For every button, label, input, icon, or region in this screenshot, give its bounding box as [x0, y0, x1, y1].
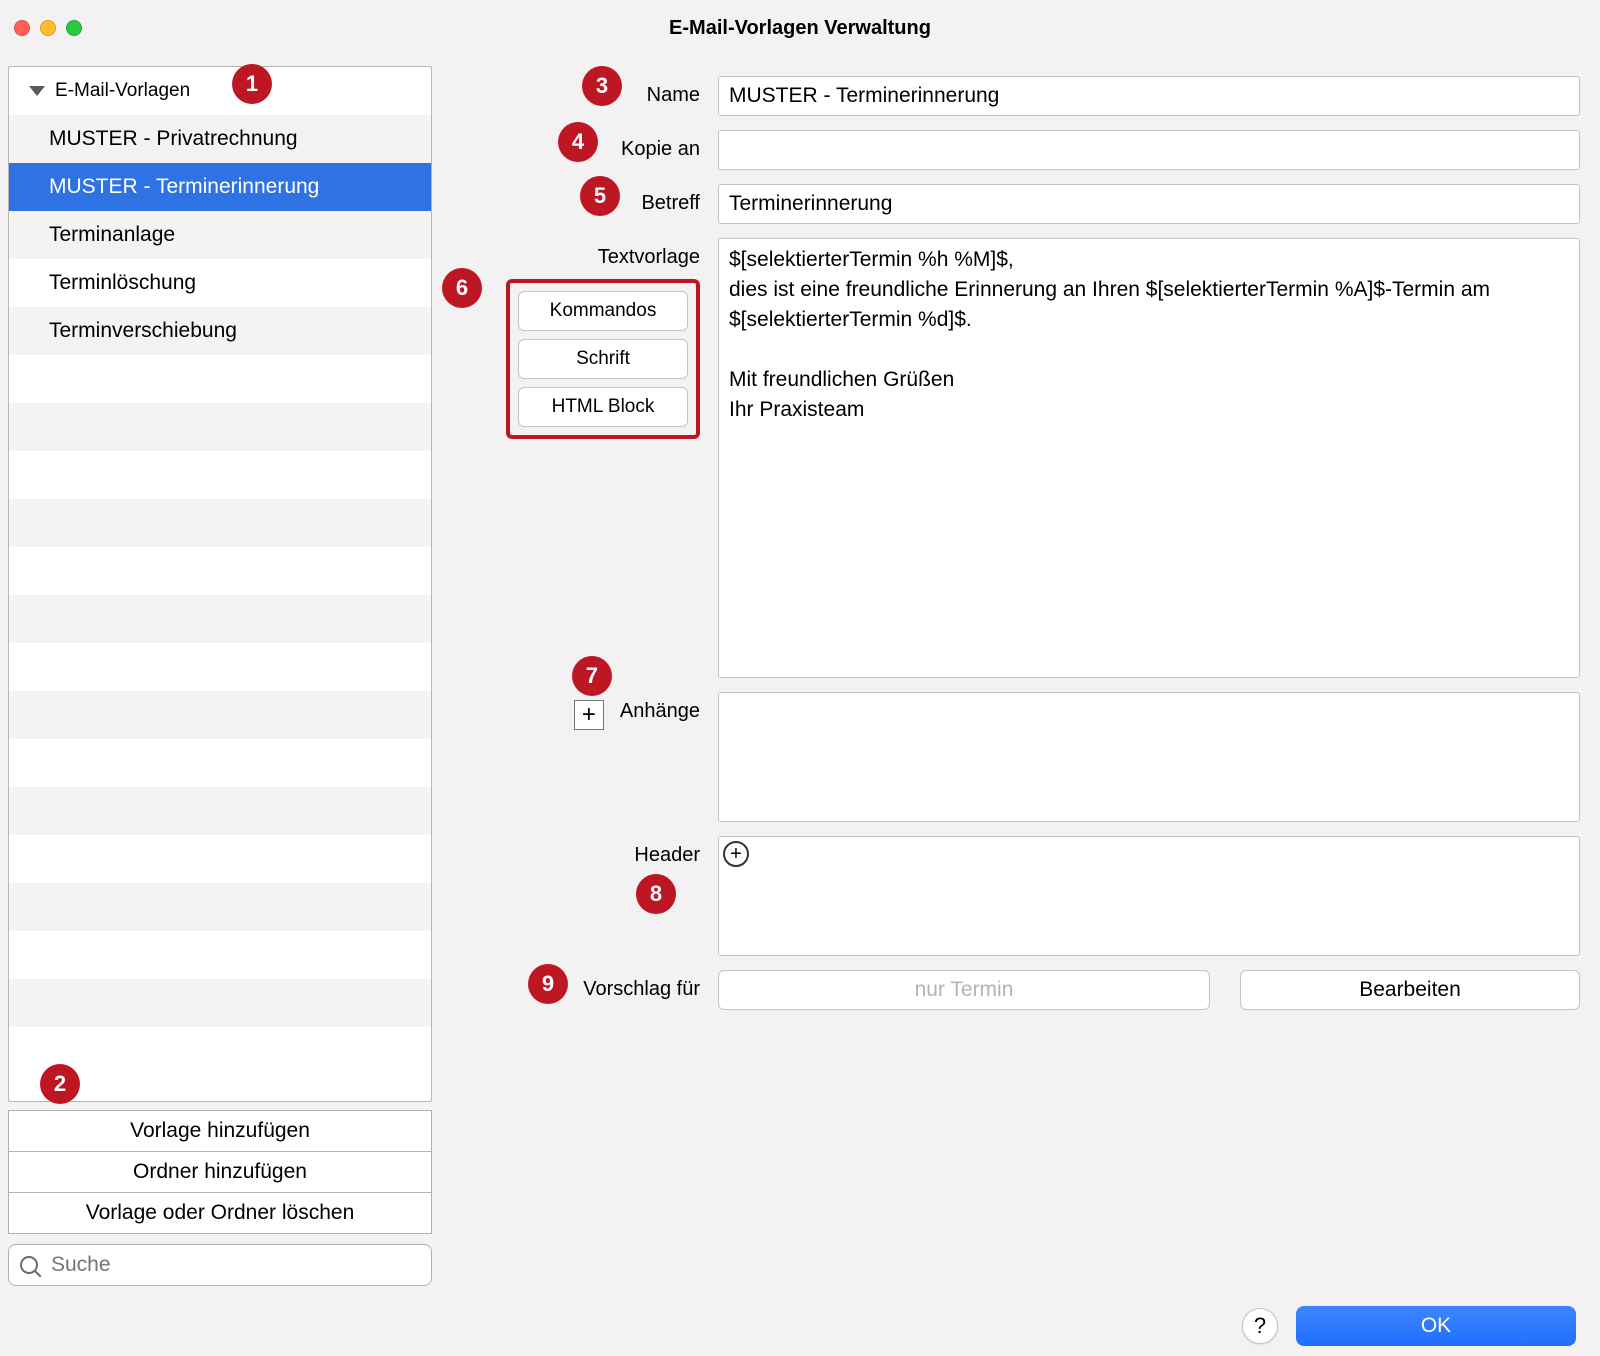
- edit-button[interactable]: Bearbeiten: [1240, 970, 1580, 1010]
- close-window-icon[interactable]: [14, 20, 30, 36]
- tree-row: [9, 403, 431, 451]
- add-folder-button[interactable]: Ordner hinzufügen: [8, 1151, 432, 1193]
- text-tools-column: Textvorlage 6 Kommandos Schrift HTML Blo…: [470, 238, 700, 678]
- tree-row: [9, 451, 431, 499]
- search-icon: [20, 1256, 38, 1274]
- suggest-value: nur Termin: [718, 970, 1210, 1010]
- callout-badge: 9: [528, 964, 568, 1004]
- footer: ? OK: [0, 1296, 1600, 1356]
- tree-row: [9, 355, 431, 403]
- add-template-button[interactable]: Vorlage hinzufügen: [8, 1110, 432, 1152]
- name-label: Name 3: [470, 76, 700, 116]
- zoom-window-icon[interactable]: [66, 20, 82, 36]
- add-header-button[interactable]: +: [723, 841, 749, 867]
- template-tree: E-Mail-VorlagenMUSTER - PrivatrechnungMU…: [8, 66, 432, 1102]
- minimize-window-icon[interactable]: [40, 20, 56, 36]
- ok-button[interactable]: OK: [1296, 1306, 1576, 1346]
- callout-badge: 8: [636, 874, 676, 914]
- tree-row: [9, 691, 431, 739]
- tree-row: [9, 547, 431, 595]
- header-label: Header 8: [470, 836, 700, 956]
- tree-row: [9, 739, 431, 787]
- html-block-button[interactable]: HTML Block: [518, 387, 688, 427]
- template-item[interactable]: Terminlöschung: [9, 259, 431, 307]
- tree-row: [9, 883, 431, 931]
- subject-label: Betreff 5: [470, 184, 700, 224]
- sidebar: E-Mail-VorlagenMUSTER - PrivatrechnungMU…: [0, 56, 440, 1296]
- template-item[interactable]: Terminanlage: [9, 211, 431, 259]
- tree-row: [9, 595, 431, 643]
- search-input[interactable]: [8, 1244, 432, 1286]
- window-title: E-Mail-Vorlagen Verwaltung: [0, 17, 1600, 40]
- tree-row: [9, 643, 431, 691]
- add-attachment-button[interactable]: +: [574, 700, 604, 730]
- attachments-list[interactable]: [718, 692, 1580, 822]
- tree-row: [9, 499, 431, 547]
- font-button[interactable]: Schrift: [518, 339, 688, 379]
- template-item[interactable]: MUSTER - Terminerinnerung: [9, 163, 431, 211]
- titlebar: E-Mail-Vorlagen Verwaltung: [0, 0, 1600, 56]
- commands-button[interactable]: Kommandos: [518, 291, 688, 331]
- template-item[interactable]: MUSTER - Privatrechnung: [9, 115, 431, 163]
- delete-button[interactable]: Vorlage oder Ordner löschen: [8, 1192, 432, 1234]
- callout-badge: 5: [580, 176, 620, 216]
- template-item[interactable]: Terminverschiebung: [9, 307, 431, 355]
- callout-badge: 6: [442, 268, 482, 308]
- chevron-down-icon[interactable]: [29, 86, 45, 96]
- tree-row[interactable]: E-Mail-Vorlagen: [9, 67, 431, 115]
- main-pane: Name 3 Kopie an 4 Betreff 5 Textvorlage …: [440, 56, 1600, 1296]
- suggest-label: Vorschlag für 9: [470, 970, 700, 1010]
- subject-input[interactable]: [718, 184, 1580, 224]
- tree-row: [9, 787, 431, 835]
- callout-badge: 3: [582, 66, 622, 106]
- attachments-label: 7 + Anhänge: [470, 692, 700, 822]
- tree-row: [9, 931, 431, 979]
- tree-row: [9, 835, 431, 883]
- cc-input[interactable]: [718, 130, 1580, 170]
- text-tool-buttons: Kommandos Schrift HTML Block: [506, 279, 700, 439]
- name-input[interactable]: [718, 76, 1580, 116]
- text-template-input[interactable]: $[selektierterTermin %h %M]$, dies ist e…: [718, 238, 1580, 678]
- callout-badge: 4: [558, 122, 598, 162]
- cc-label: Kopie an 4: [470, 130, 700, 170]
- help-button[interactable]: ?: [1242, 1308, 1278, 1344]
- header-list[interactable]: +: [718, 836, 1580, 956]
- tree-row: [9, 979, 431, 1027]
- tree-root-label: E-Mail-Vorlagen: [55, 67, 190, 115]
